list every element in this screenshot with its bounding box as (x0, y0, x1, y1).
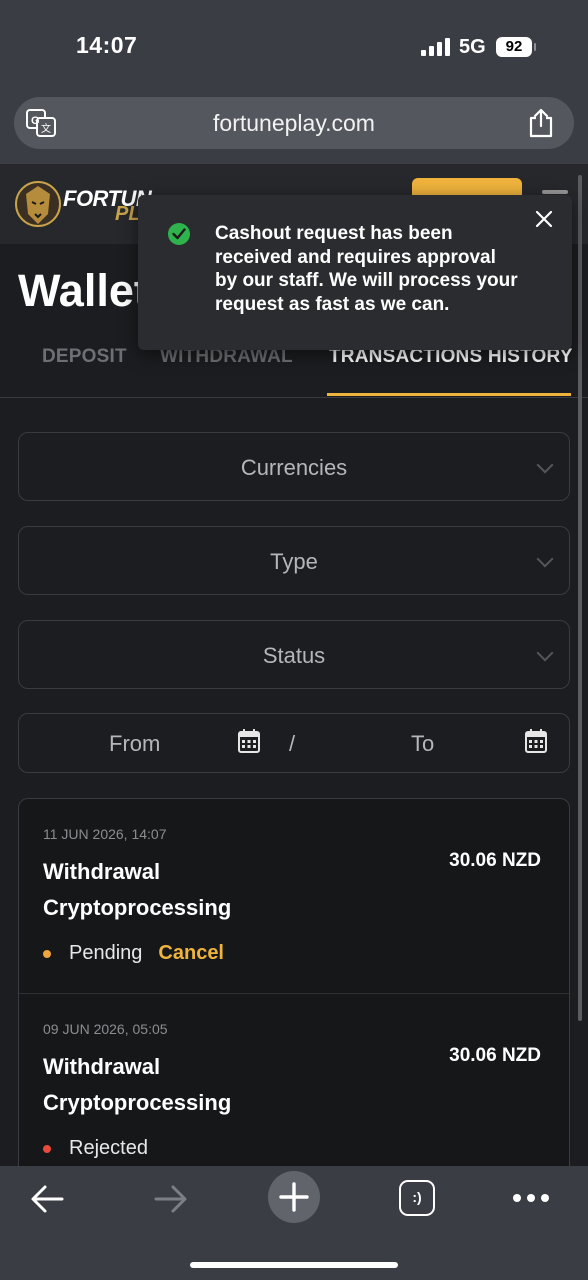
type-label: Type (270, 549, 318, 574)
page-title: Wallet (18, 265, 149, 316)
share-icon[interactable] (528, 108, 554, 138)
transaction-item: 09 JUN 2026, 05:05 Withdrawal Cryptoproc… (19, 994, 569, 1177)
page-scrollbar[interactable] (578, 175, 582, 1021)
date-range-field: From / To (18, 713, 570, 773)
date-separator: / (289, 731, 296, 756)
transaction-method: Cryptoprocessing (43, 895, 232, 920)
cancel-button[interactable]: Cancel (158, 942, 224, 965)
network-type: 5G (459, 36, 486, 58)
transaction-title-line: Withdrawal (43, 859, 161, 884)
forward-arrow-icon[interactable] (154, 1184, 188, 1214)
calendar-icon[interactable] (525, 729, 547, 753)
new-tab-button[interactable] (268, 1171, 320, 1223)
plus-icon (279, 1182, 309, 1212)
home-indicator (190, 1262, 398, 1268)
calendar-icon[interactable] (238, 729, 260, 753)
tab-deposit[interactable]: DEPOSIT (42, 346, 127, 368)
currencies-label: Currencies (240, 455, 348, 480)
status-text: Pending (69, 942, 143, 964)
menu-icon[interactable] (542, 190, 568, 194)
tabs-overview-button[interactable]: :) (399, 1180, 435, 1216)
status-time: 14:07 (76, 32, 138, 58)
close-icon[interactable] (532, 207, 556, 231)
cellular-signal-icon (421, 38, 450, 56)
browser-chrome: 14:07 5G 92 G 文 fortuneplay.com (0, 0, 588, 164)
back-arrow-icon[interactable] (30, 1184, 64, 1214)
currencies-select[interactable]: Currencies (18, 432, 570, 501)
transaction-amount: 30.06 NZD (449, 850, 541, 871)
transaction-title-line: Withdrawal (43, 1054, 161, 1079)
status-label: Status (262, 643, 326, 668)
active-tab-indicator (327, 393, 571, 396)
transaction-title: Withdrawal Cryptoprocessing (43, 854, 303, 926)
cashout-toast: Cashout request has been received and re… (138, 195, 572, 350)
transaction-date: 09 JUN 2026, 05:05 (43, 1021, 168, 1037)
url-text[interactable]: fortuneplay.com (14, 110, 574, 137)
status-text: Rejected (69, 1137, 148, 1159)
transactions-list: 11 JUN 2026, 14:07 Withdrawal Cryptoproc… (18, 798, 570, 1178)
transaction-date: 11 JUN 2026, 14:07 (43, 826, 167, 842)
transaction-status: Pending Cancel (43, 942, 224, 965)
transaction-amount: 30.06 NZD (449, 1045, 541, 1066)
status-select[interactable]: Status (18, 620, 570, 689)
status-dot (43, 949, 51, 958)
logo-subtext: PL (115, 203, 141, 225)
date-from-input[interactable]: From (109, 731, 160, 757)
date-to-input[interactable]: To (411, 731, 434, 757)
transaction-title: Withdrawal Cryptoprocessing (43, 1049, 303, 1121)
transaction-method: Cryptoprocessing (43, 1090, 232, 1115)
toast-message: Cashout request has been received and re… (215, 223, 518, 315)
transaction-item: 11 JUN 2026, 14:07 Withdrawal Cryptoproc… (19, 799, 569, 994)
status-dot (43, 1144, 51, 1153)
more-options-icon[interactable] (512, 1193, 550, 1203)
transaction-status: Rejected (43, 1137, 148, 1160)
battery-indicator: 92 (496, 37, 536, 57)
type-select[interactable]: Type (18, 526, 570, 595)
address-bar[interactable]: G 文 fortuneplay.com (14, 97, 574, 149)
success-check-icon (168, 223, 190, 245)
